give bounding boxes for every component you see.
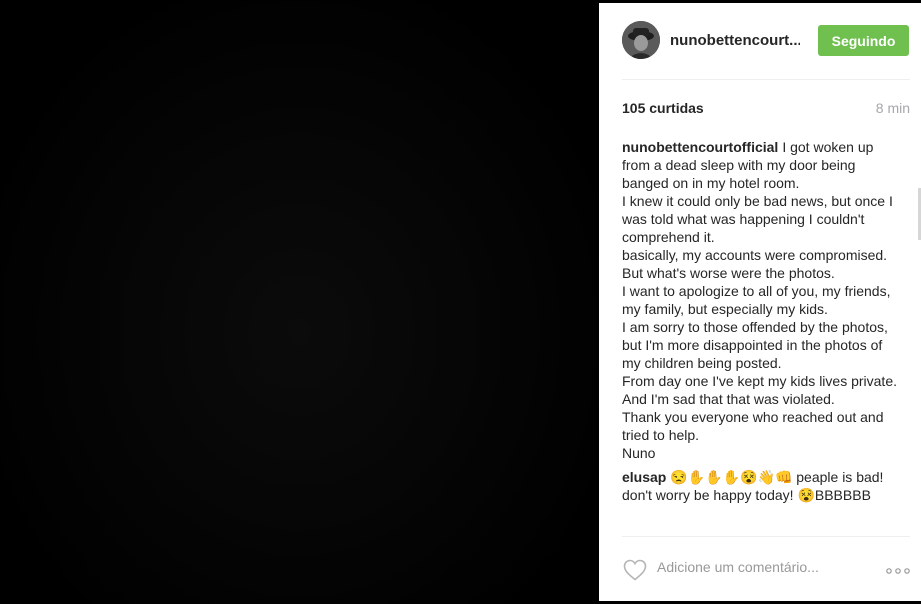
comment-author[interactable]: elusap (622, 469, 666, 485)
likes-count[interactable]: 105 curtidas (622, 100, 704, 116)
caption-line: I knew it could only be bad news, but on… (622, 193, 893, 245)
following-button[interactable]: Seguindo (818, 25, 909, 56)
heart-icon[interactable] (623, 559, 647, 581)
list-item: elusap 😒✋✋✋😵👋👊 peaple is bad! don't worry… (622, 468, 902, 504)
divider (622, 536, 910, 537)
username-link[interactable]: nunobettencourt... (670, 32, 800, 49)
caption-author[interactable]: nunobettencourtofficial (622, 139, 778, 155)
avatar[interactable] (622, 21, 660, 59)
caption-line: Nuno (622, 445, 656, 461)
post-header: nunobettencourt... Seguindo (599, 3, 921, 79)
divider (622, 79, 910, 80)
caption-comment: nunobettencourtofficial I got woken up fr… (622, 138, 902, 462)
caption-line: Thank you everyone who reached out and t… (622, 409, 884, 443)
comments-list[interactable]: nunobettencourtofficial I got woken up fr… (622, 138, 902, 536)
caption-line: From day one I've kept my kids lives pri… (622, 373, 897, 407)
post-side-panel: nunobettencourt... Seguindo 105 curtidas… (599, 3, 921, 601)
caption-line: I am sorry to those offended by the phot… (622, 319, 888, 371)
post-photo[interactable] (0, 0, 599, 604)
post-time[interactable]: 8 min (876, 100, 910, 116)
avatar-image (622, 21, 660, 59)
caption-line: I want to apologize to all of you, my fr… (622, 283, 891, 317)
caption-line: But what's worse were the photos. (622, 265, 835, 281)
add-comment-input[interactable]: Adicione um comentário... (657, 559, 819, 575)
caption-line: basically, my accounts were compromised. (622, 247, 888, 263)
more-options-icon[interactable] (886, 563, 910, 574)
